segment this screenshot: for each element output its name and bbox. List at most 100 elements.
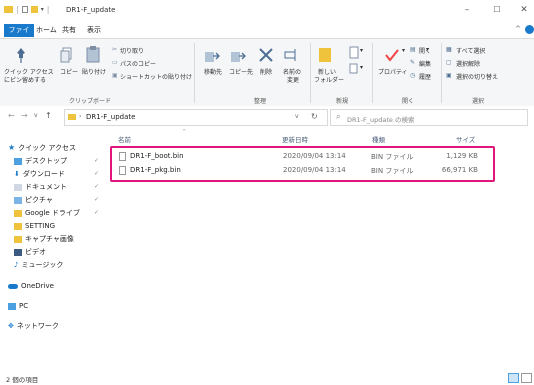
recent-locations-icon[interactable]: v: [34, 112, 38, 119]
properties-dropdown-icon[interactable]: ▾: [402, 47, 405, 54]
paste-button[interactable]: 貼り付け: [82, 67, 106, 76]
help-icon[interactable]: [525, 25, 534, 34]
nav-pc[interactable]: PC: [8, 300, 28, 312]
separator: |: [46, 5, 50, 14]
nav-music[interactable]: ♪ ミュージック: [14, 259, 63, 271]
separator: |: [16, 5, 19, 14]
select-none-button[interactable]: 選択解除: [456, 59, 480, 68]
ribbon-collapse-icon[interactable]: ^: [515, 25, 521, 33]
customize-qa-icon[interactable]: ▾: [41, 6, 44, 13]
cut-button[interactable]: 切り取り: [120, 46, 144, 55]
refresh-icon[interactable]: ↻: [311, 112, 318, 121]
history-button[interactable]: 履歴: [419, 72, 431, 81]
back-arrow-icon[interactable]: ←: [8, 111, 15, 120]
copy-button[interactable]: コピー: [60, 67, 78, 76]
properties-icon[interactable]: [21, 6, 28, 13]
sort-arrow-icon: ^: [182, 129, 187, 135]
tab-home[interactable]: ホーム: [32, 24, 61, 37]
delete-icon: [259, 48, 273, 62]
history-icon: ◷: [410, 72, 416, 79]
pin-to-quick-access-label-2[interactable]: にピン留めする: [4, 75, 46, 84]
open-icon: ▤: [410, 46, 416, 53]
pin-icon: [17, 48, 25, 63]
tab-view[interactable]: 表示: [83, 24, 105, 37]
search-box[interactable]: ⌕ DR1-F_update の検索: [330, 109, 528, 126]
easy-access-dropdown-icon[interactable]: ▾: [360, 64, 363, 71]
highlight-box: [110, 146, 495, 182]
title-bar: | ▾ | DR1-F_update – ☐ ✕: [0, 0, 534, 22]
properties-button[interactable]: プロパティ: [378, 67, 408, 76]
details-view-icon[interactable]: [508, 373, 519, 383]
group-label-open: 開く: [401, 98, 414, 105]
column-header-type[interactable]: 種類: [372, 134, 385, 144]
cloud-icon: [8, 283, 18, 289]
nav-network[interactable]: ✥ ネットワーク: [8, 320, 59, 332]
minimize-button[interactable]: –: [459, 3, 475, 17]
window-title: DR1-F_update: [66, 6, 116, 14]
nav-documents[interactable]: ドキュメント: [14, 181, 67, 193]
pictures-icon: [14, 196, 22, 204]
nav-videos[interactable]: ビデオ: [14, 246, 46, 258]
column-header-size[interactable]: サイズ: [456, 134, 475, 144]
ribbon-tabs: ファイル ホーム 共有 表示 ^: [0, 24, 534, 47]
delete-button[interactable]: 削除: [260, 67, 272, 76]
move-to-button[interactable]: 移動先: [204, 67, 222, 76]
group-separator: [441, 43, 442, 103]
column-header-date[interactable]: 更新日時: [282, 134, 308, 144]
invert-selection-button[interactable]: 選択の切り替え: [456, 72, 498, 81]
nav-desktop[interactable]: デスクトップ: [14, 155, 67, 167]
nav-setting[interactable]: SETTING: [14, 220, 55, 232]
open-button[interactable]: 開く: [419, 46, 431, 55]
pin-icon: ✓: [94, 196, 100, 203]
documents-icon: [14, 183, 22, 191]
copy-path-button[interactable]: パスのコピー: [120, 59, 156, 68]
tab-file[interactable]: ファイル: [4, 24, 34, 47]
navigation-pane: ★ クイック アクセス デスクトップ ✓ ⬇ ダウンロード ✓ ドキュメント ✓ ピ…: [0, 130, 110, 370]
new-folder-icon: [319, 48, 331, 62]
chevron-right-icon[interactable]: ›: [79, 113, 81, 120]
up-arrow-icon[interactable]: ↑: [45, 111, 52, 120]
address-bar[interactable]: › DR1-F_update v ↻: [64, 109, 328, 126]
music-icon: ♪: [14, 261, 19, 269]
nav-capture[interactable]: キャプチャ画像: [14, 233, 74, 245]
copy-to-button[interactable]: コピー先: [229, 67, 253, 76]
folder-icon: [14, 222, 22, 230]
address-dropdown-icon[interactable]: v: [295, 113, 299, 120]
select-all-icon: ▦: [446, 46, 452, 53]
rename-button-2[interactable]: 変更: [287, 75, 299, 84]
forward-arrow-icon[interactable]: →: [21, 111, 28, 120]
item-count: 2 個の項目: [6, 376, 39, 384]
open-dropdown-icon[interactable]: ▾: [426, 46, 429, 53]
nav-pictures[interactable]: ピクチャ: [14, 194, 53, 206]
tab-share[interactable]: 共有: [58, 24, 80, 37]
nav-onedrive[interactable]: OneDrive: [8, 280, 54, 292]
rename-icon: [284, 49, 296, 61]
address-bar-row: ← → v ↑ › DR1-F_update v ↻ ⌕ DR1-F_updat…: [0, 106, 534, 128]
new-item-icon[interactable]: [348, 46, 360, 60]
new-folder-icon[interactable]: [30, 6, 38, 13]
pin-icon: ✓: [94, 157, 100, 164]
new-item-dropdown-icon[interactable]: ▾: [360, 47, 363, 54]
large-icons-view-icon[interactable]: [521, 373, 532, 383]
close-button[interactable]: ✕: [516, 3, 532, 17]
nav-quick-access[interactable]: ★ クイック アクセス: [8, 142, 76, 154]
folder-icon[interactable]: [4, 6, 13, 13]
invert-selection-icon: ▣: [446, 72, 452, 79]
group-label-new: 新規: [335, 98, 348, 105]
nav-google-drive[interactable]: Google ドライブ: [14, 207, 80, 219]
ribbon: クイック アクセス にピン留めする コピー 貼り付け ✂ 切り取り ▭ パスのコ…: [0, 38, 534, 107]
computer-icon: [8, 302, 16, 310]
nav-downloads[interactable]: ⬇ ダウンロード: [14, 168, 65, 180]
search-input[interactable]: DR1-F_update の検索: [347, 114, 414, 124]
group-separator: [372, 43, 373, 103]
select-all-button[interactable]: すべて選択: [456, 46, 485, 55]
column-header-name[interactable]: 名前: [118, 134, 131, 144]
paste-icon: [86, 46, 100, 63]
maximize-button[interactable]: ☐: [489, 3, 505, 17]
easy-access-icon[interactable]: [348, 63, 360, 75]
edit-button[interactable]: 編集: [419, 59, 431, 68]
folder-icon: [14, 235, 22, 243]
paste-shortcut-button[interactable]: ショートカットの貼り付け: [120, 72, 192, 81]
address-path[interactable]: DR1-F_update: [86, 113, 135, 121]
new-folder-button-2[interactable]: フォルダー: [314, 75, 344, 84]
